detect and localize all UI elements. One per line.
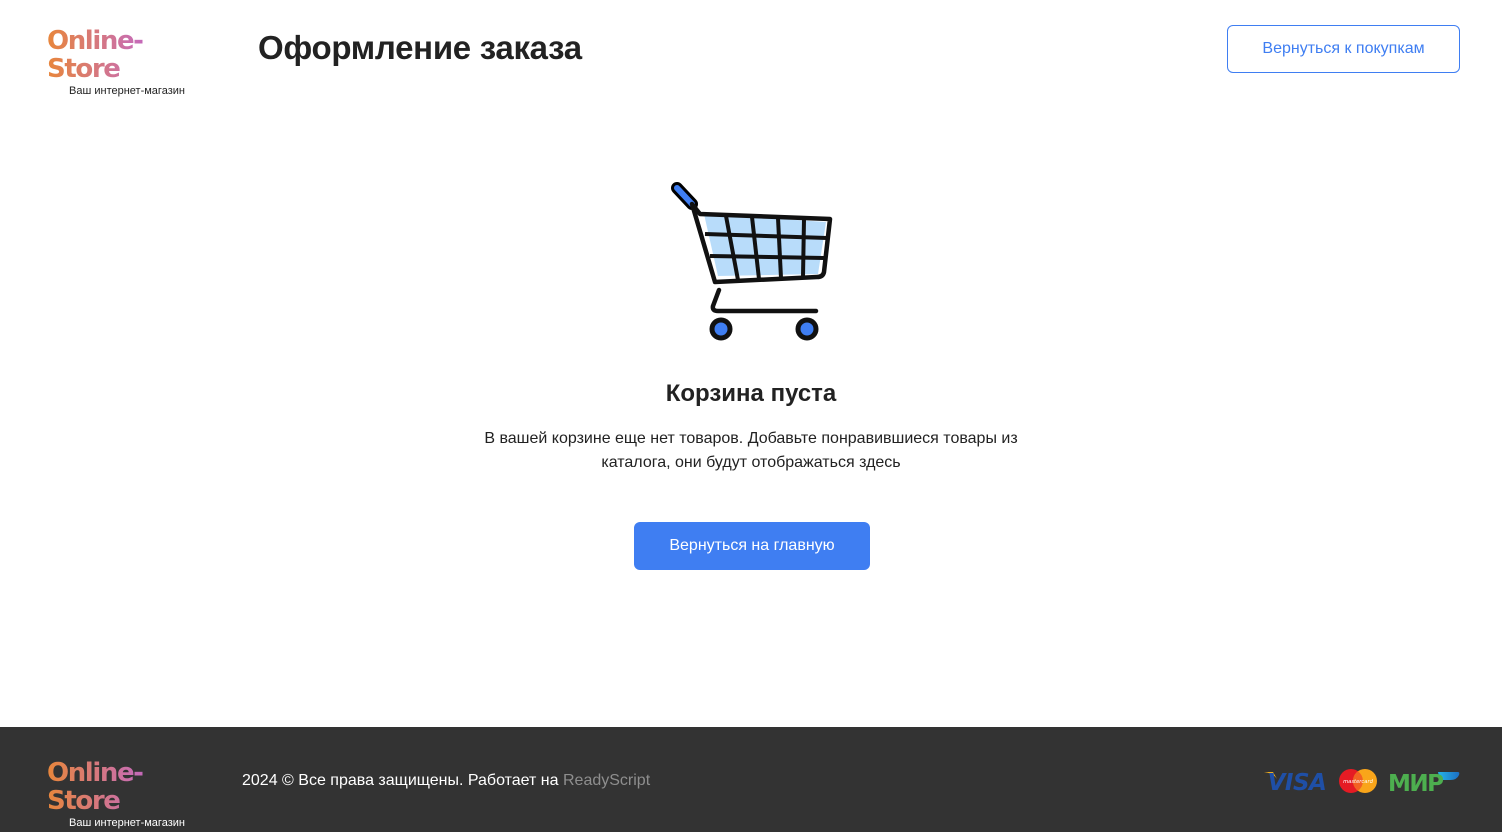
back-to-home-button[interactable]: Вернуться на главную [634,522,870,570]
mastercard-icon: mastercard [1339,769,1377,793]
footer-logo[interactable]: Online-Store Ваш интернет-магазин [47,759,207,830]
visa-label: VISA [1268,770,1327,796]
copyright-text: 2024 © Все права защищены. Работает на [242,772,559,789]
mir-icon: МИР [1388,771,1460,796]
logo[interactable]: Online-Store Ваш интернет-магазин [47,27,207,98]
empty-cart-message: В вашей корзине еще нет товаров. Добавьт… [484,430,1018,471]
page-title: Оформление заказа [258,29,582,66]
logo-tagline: Ваш интернет-магазин [69,817,185,829]
copyright: 2024 © Все права защищены. Работает на R… [242,770,650,792]
shopping-cart-icon [671,182,833,341]
mir-label: МИР [1388,771,1443,796]
empty-cart-title: Корзина пуста [665,380,837,407]
mastercard-label: mastercard [1343,779,1373,785]
logo-tagline: Ваш интернет-магазин [69,85,185,97]
readyscript-link[interactable]: ReadyScript [563,772,650,789]
visa-icon: VISA [1264,770,1327,796]
back-to-shopping-button[interactable]: Вернуться к покупкам [1227,25,1460,73]
logo-name: Online-Store [47,27,207,83]
logo-name: Online-Store [47,759,207,815]
